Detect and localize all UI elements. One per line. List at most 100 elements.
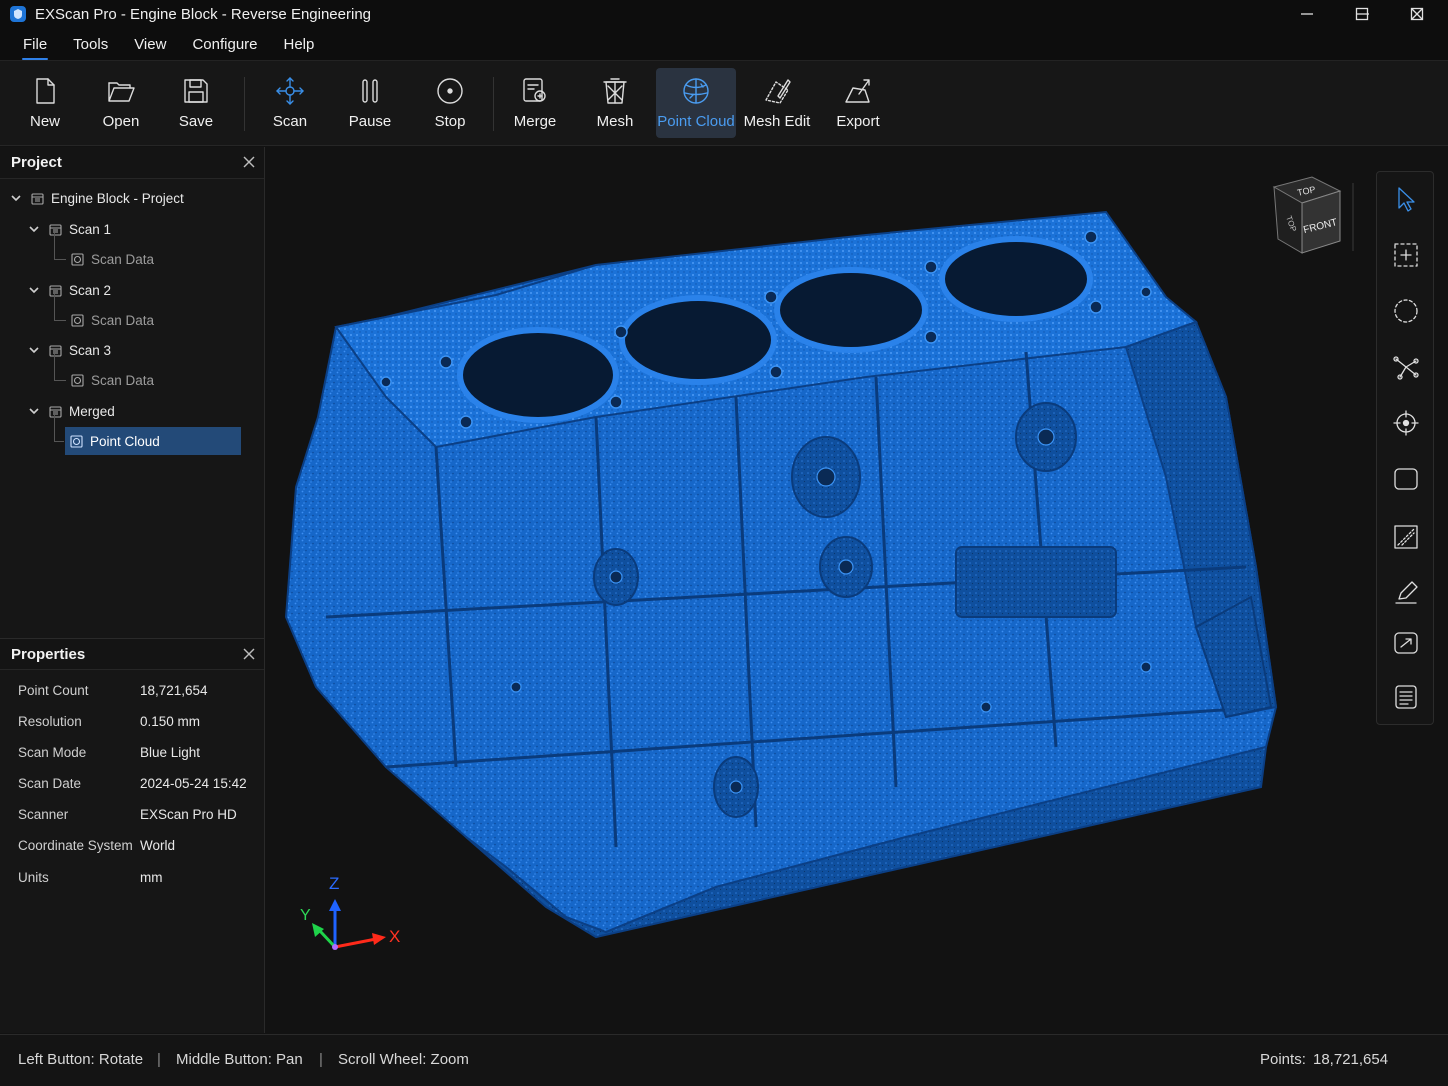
tree-node-scan-2[interactable]: Scan 2	[28, 276, 111, 304]
report-tool-button[interactable]	[1385, 676, 1427, 718]
engine-block-point-cloud[interactable]: TOP FRONT TOP Z X Y	[266, 147, 1448, 1033]
project-panel-title: Project	[11, 154, 62, 171]
select-tool-button[interactable]	[1385, 178, 1427, 220]
annotate-tool-button[interactable]	[1385, 572, 1427, 614]
transform-icon	[1394, 632, 1418, 654]
pause-icon	[362, 79, 378, 103]
tree-connector	[54, 294, 66, 321]
folder-open-icon	[108, 82, 135, 102]
tree-node-project[interactable]: Engine Block - Project	[10, 184, 184, 212]
tree-node-scan-data-3[interactable]: Scan Data	[70, 366, 154, 394]
cursor-arrow-icon	[1398, 187, 1415, 212]
save-disk-icon	[184, 79, 208, 103]
property-row: Units mm	[18, 870, 163, 885]
minimize-button[interactable]	[1280, 0, 1334, 28]
axis-triad: Z X Y	[300, 874, 400, 950]
property-row: Resolution 0.150 mm	[18, 714, 201, 729]
status-middle-button-hint: Middle Button: Pan	[176, 1051, 303, 1068]
scan-data-icon	[70, 313, 85, 328]
menu-help[interactable]: Help	[271, 28, 328, 60]
maximize-button[interactable]	[1335, 0, 1389, 28]
scan-move-icon	[276, 77, 304, 105]
pivot-tool-button[interactable]	[1385, 402, 1427, 444]
property-row: Point Count 18,721,654	[18, 683, 208, 698]
pen-edit-icon	[1395, 581, 1418, 604]
3d-viewport[interactable]: TOP FRONT TOP Z X Y	[266, 147, 1448, 1033]
tree-node-merged[interactable]: Merged	[28, 397, 115, 425]
save-button[interactable]: Save	[163, 68, 229, 138]
new-button[interactable]: New	[12, 68, 78, 138]
fit-view-icon	[1394, 468, 1418, 490]
transform-tool-button[interactable]	[1385, 622, 1427, 664]
stop-circle-icon	[437, 78, 463, 104]
left-sidebar: Project Engine Block - Project Scan 1 Sc…	[0, 147, 265, 1033]
status-scroll-wheel-hint: Scroll Wheel: Zoom	[338, 1051, 469, 1068]
menu-view[interactable]: View	[121, 28, 179, 60]
chevron-down-icon[interactable]	[28, 284, 40, 296]
properties-panel-title: Properties	[11, 645, 86, 663]
fit-view-button[interactable]	[1385, 458, 1427, 500]
merge-button[interactable]: Merge	[502, 68, 568, 138]
toolbar-separator	[244, 77, 245, 131]
tree-node-scan-3[interactable]: Scan 3	[28, 336, 111, 364]
property-row: Scan Date 2024-05-24 15:42	[18, 776, 247, 791]
status-separator: |	[319, 1051, 323, 1068]
project-icon	[30, 191, 45, 206]
property-row: Coordinate System World	[18, 838, 176, 853]
status-points-label: Points:	[1260, 1051, 1306, 1068]
main-toolbar: New Open Save Scan Pause Stop Merge Mesh…	[0, 60, 1448, 146]
stop-button[interactable]: Stop	[417, 68, 483, 138]
tree-connector	[54, 354, 66, 381]
export-icon	[845, 79, 870, 103]
crosshair-icon	[1393, 410, 1419, 436]
box-select-tool-button[interactable]	[1385, 234, 1427, 276]
scan-button[interactable]: Scan	[257, 68, 323, 138]
export-button[interactable]: Export	[825, 68, 891, 138]
menu-tools[interactable]: Tools	[60, 28, 121, 60]
section-tool-button[interactable]	[1385, 516, 1427, 558]
scan-data-icon	[70, 373, 85, 388]
open-button[interactable]: Open	[88, 68, 154, 138]
status-left-button-hint: Left Button: Rotate	[18, 1051, 144, 1068]
polygon-tool-button[interactable]	[1385, 346, 1427, 388]
section-plane-icon	[1394, 525, 1418, 549]
scan-data-icon	[70, 252, 85, 267]
close-properties-panel-icon[interactable]	[242, 647, 256, 661]
axis-z-label: Z	[329, 874, 339, 893]
status-points-value: 18,721,654	[1313, 1051, 1389, 1068]
view-cube[interactable]: TOP FRONT TOP	[1272, 176, 1342, 254]
status-separator: |	[157, 1051, 161, 1068]
close-window-button[interactable]	[1390, 0, 1444, 28]
polygon-nodes-icon	[1393, 356, 1419, 380]
tree-node-point-cloud[interactable]: Point Cloud	[65, 427, 241, 455]
tree-connector	[54, 233, 66, 260]
axis-x-label: X	[389, 927, 400, 946]
window-title: EXScan Pro - Engine Block - Reverse Engi…	[35, 5, 372, 23]
tree-node-scan-1[interactable]: Scan 1	[28, 215, 111, 243]
property-row: Scanner EXScan Pro HD	[18, 807, 237, 822]
point-cloud-button[interactable]: Point Cloud	[656, 68, 736, 138]
lasso-circle-icon	[1394, 299, 1418, 323]
menu-configure[interactable]: Configure	[179, 28, 270, 60]
right-tool-palette	[1376, 171, 1434, 725]
report-list-icon	[1395, 685, 1417, 709]
menu-file[interactable]: File	[10, 28, 60, 60]
project-panel-header: Project	[0, 147, 264, 179]
mesh-edit-icon	[765, 79, 791, 104]
box-select-icon	[1394, 243, 1418, 267]
chevron-down-icon[interactable]	[10, 192, 22, 204]
property-row: Scan Mode Blue Light	[18, 745, 201, 760]
close-project-panel-icon[interactable]	[242, 155, 256, 169]
chevron-down-icon[interactable]	[28, 344, 40, 356]
chevron-down-icon[interactable]	[28, 223, 40, 235]
lasso-tool-button[interactable]	[1385, 290, 1427, 332]
tree-node-scan-data-1[interactable]: Scan Data	[70, 245, 154, 273]
mesh-button[interactable]: Mesh	[582, 68, 648, 138]
toolbar-separator	[493, 77, 494, 131]
chevron-down-icon[interactable]	[28, 405, 40, 417]
mesh-edit-button[interactable]: Mesh Edit	[742, 68, 812, 138]
title-bar: EXScan Pro - Engine Block - Reverse Engi…	[0, 0, 1448, 28]
pause-button[interactable]: Pause	[337, 68, 403, 138]
merge-icon	[523, 78, 546, 102]
tree-node-scan-data-2[interactable]: Scan Data	[70, 306, 154, 334]
